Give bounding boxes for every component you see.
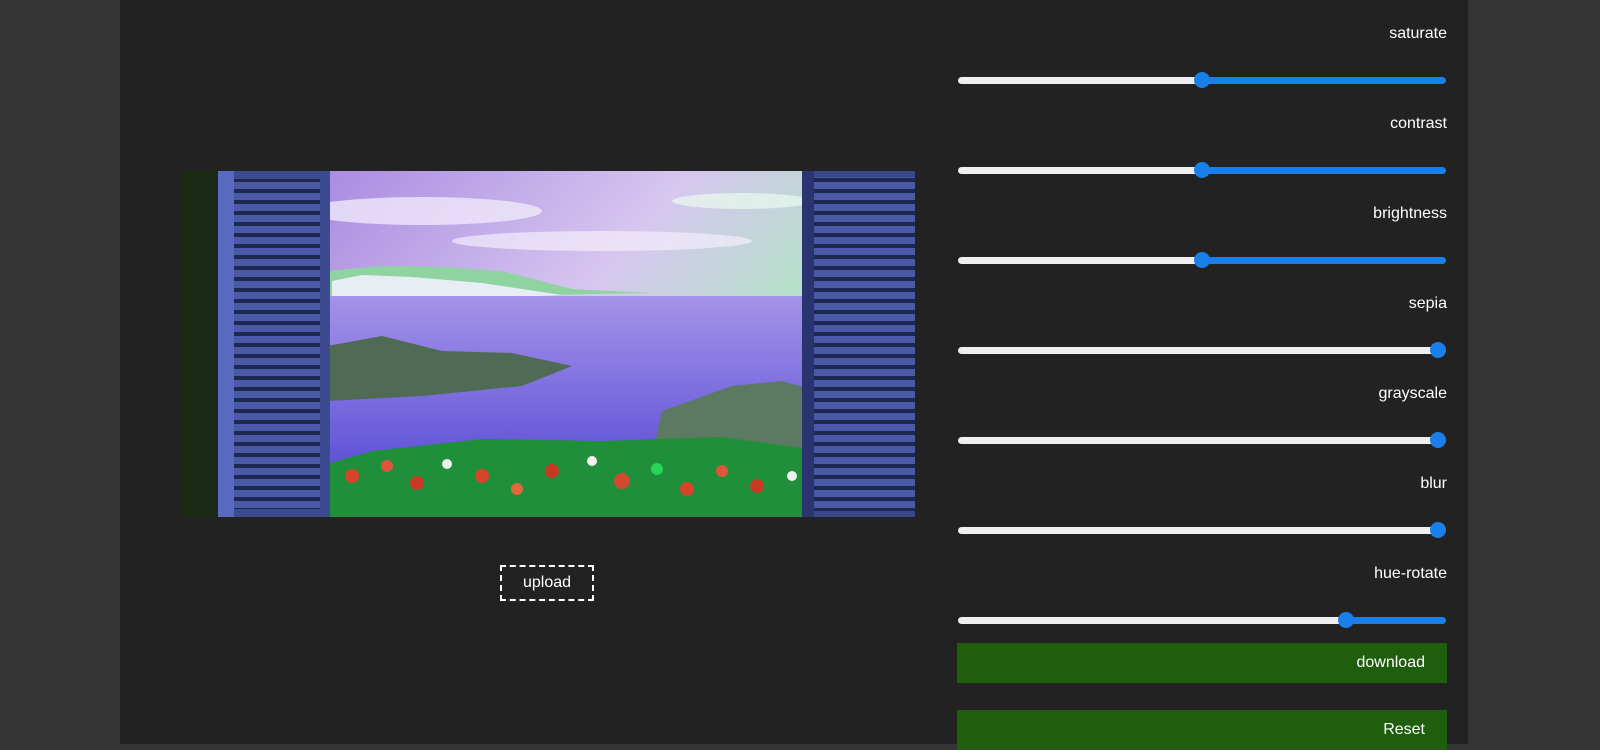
saturate-label: saturate — [1389, 25, 1447, 42]
hue-rotate-label: hue-rotate — [1374, 565, 1447, 582]
hue-rotate-control: hue-rotate — [957, 550, 1447, 640]
contrast-control: contrast — [957, 100, 1447, 190]
download-button[interactable]: download — [957, 643, 1447, 683]
preview-image — [182, 171, 915, 517]
grayscale-label: grayscale — [1378, 385, 1447, 402]
hue-rotate-slider[interactable] — [958, 612, 1446, 628]
saturate-control: saturate — [957, 10, 1447, 100]
blur-label: blur — [1420, 475, 1447, 492]
grayscale-control: grayscale — [957, 370, 1447, 460]
sepia-slider[interactable] — [958, 342, 1446, 358]
brightness-control: brightness — [957, 190, 1447, 280]
contrast-label: contrast — [1390, 115, 1447, 132]
grayscale-slider[interactable] — [958, 432, 1446, 448]
brightness-label: brightness — [1373, 205, 1447, 222]
reset-button[interactable]: Reset — [957, 710, 1447, 750]
brightness-slider[interactable] — [958, 252, 1446, 268]
sepia-label: sepia — [1408, 295, 1447, 312]
saturate-slider[interactable] — [958, 72, 1446, 88]
contrast-slider[interactable] — [958, 162, 1446, 178]
upload-button[interactable]: upload — [500, 565, 594, 601]
sepia-control: sepia — [957, 280, 1447, 370]
blur-slider[interactable] — [958, 522, 1446, 538]
editor-panel: upload saturate contrast brightness sepi… — [120, 0, 1468, 750]
blur-control: blur — [957, 460, 1447, 550]
